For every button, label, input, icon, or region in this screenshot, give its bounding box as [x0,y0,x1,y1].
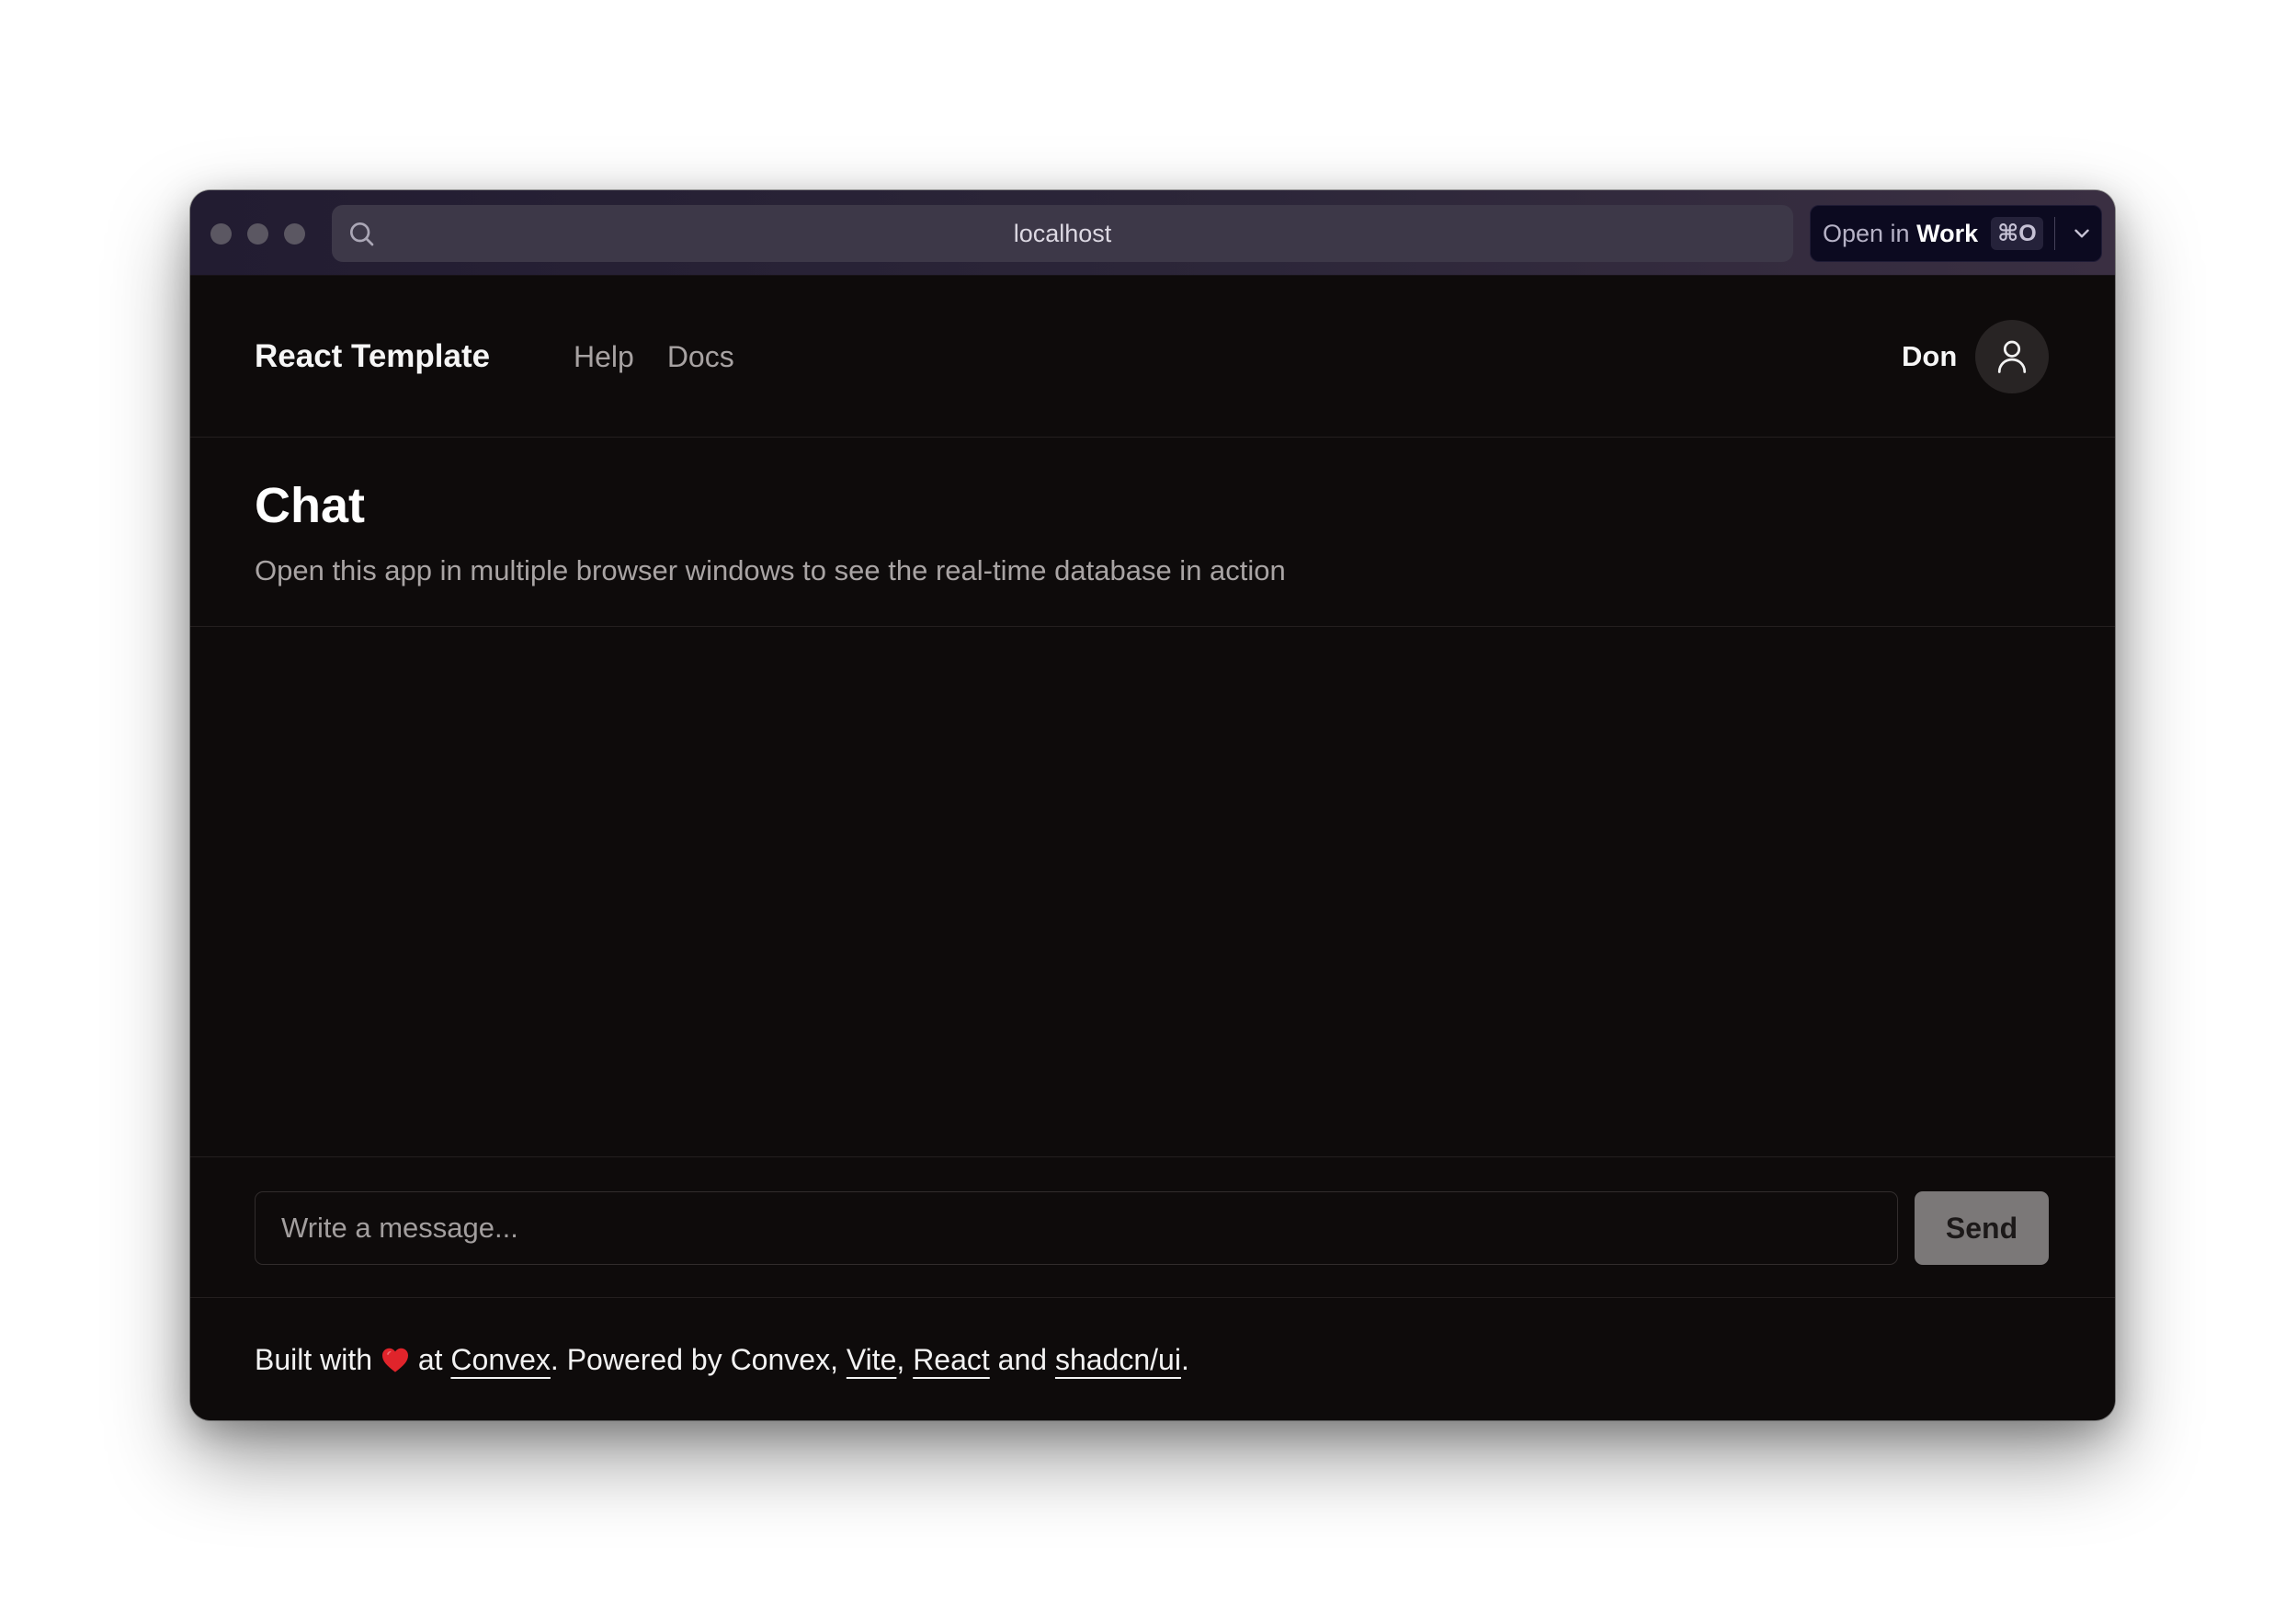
message-list[interactable] [190,628,2115,1157]
close-window-button[interactable] [210,223,232,245]
heart-icon [381,1303,410,1372]
address-bar[interactable]: localhost [332,205,1918,262]
react-link[interactable]: React [913,1343,990,1376]
chevron-down-icon[interactable] [2070,222,2094,245]
open-in-prefix: Open in [1823,219,1917,247]
user-icon [1997,340,2027,373]
message-composer: Send [190,1158,2115,1298]
page-header: Chat Open this app in multiple browser w… [190,438,2115,627]
vite-link[interactable]: Vite [847,1343,897,1376]
send-button[interactable]: Send [1915,1191,2049,1265]
window-controls [210,223,305,245]
shadcn-link[interactable]: shadcn/ui [1055,1343,1181,1376]
open-in-work-button[interactable]: Open in Work ⌘O [1810,205,2102,262]
convex-link[interactable]: Convex [450,1343,551,1376]
open-in-shortcut: ⌘O [1991,217,2043,250]
footer-comma: , [896,1343,914,1376]
footer: Built with at Convex. Powered by Convex,… [190,1299,2115,1420]
nav-links: Help Docs [574,276,734,438]
page-title: Chat [255,478,365,533]
app-page: React Template Help Docs Don Chat Open t… [190,276,2115,1420]
browser-window: localhost Open in Work ⌘O React Template… [190,190,2115,1420]
browser-toolbar: localhost Open in Work ⌘O [190,190,2115,276]
url-text[interactable]: localhost [332,205,1793,262]
footer-built-with: Built with [255,1343,381,1376]
page-subtitle: Open this app in multiple browser window… [255,554,1286,586]
footer-at: at [409,1343,451,1376]
user-name: Don [1902,340,1958,372]
top-navbar: React Template Help Docs Don [190,276,2115,438]
footer-powered-by: . Powered by Convex, [550,1343,847,1376]
brand-title[interactable]: React Template [255,276,490,438]
open-in-divider [2053,217,2055,250]
footer-period: . [1180,1343,1189,1376]
avatar[interactable] [1975,320,2049,393]
nav-link-help[interactable]: Help [574,276,634,438]
nav-link-docs[interactable]: Docs [667,276,734,438]
zoom-window-button[interactable] [284,223,305,245]
footer-text: Built with at Convex. Powered by Convex,… [255,1299,1189,1420]
footer-and: and [989,1343,1055,1376]
open-in-target: Work [1916,219,1979,247]
minimize-window-button[interactable] [247,223,268,245]
open-in-label: Open in Work [1823,220,1978,248]
message-input[interactable] [255,1191,1898,1265]
